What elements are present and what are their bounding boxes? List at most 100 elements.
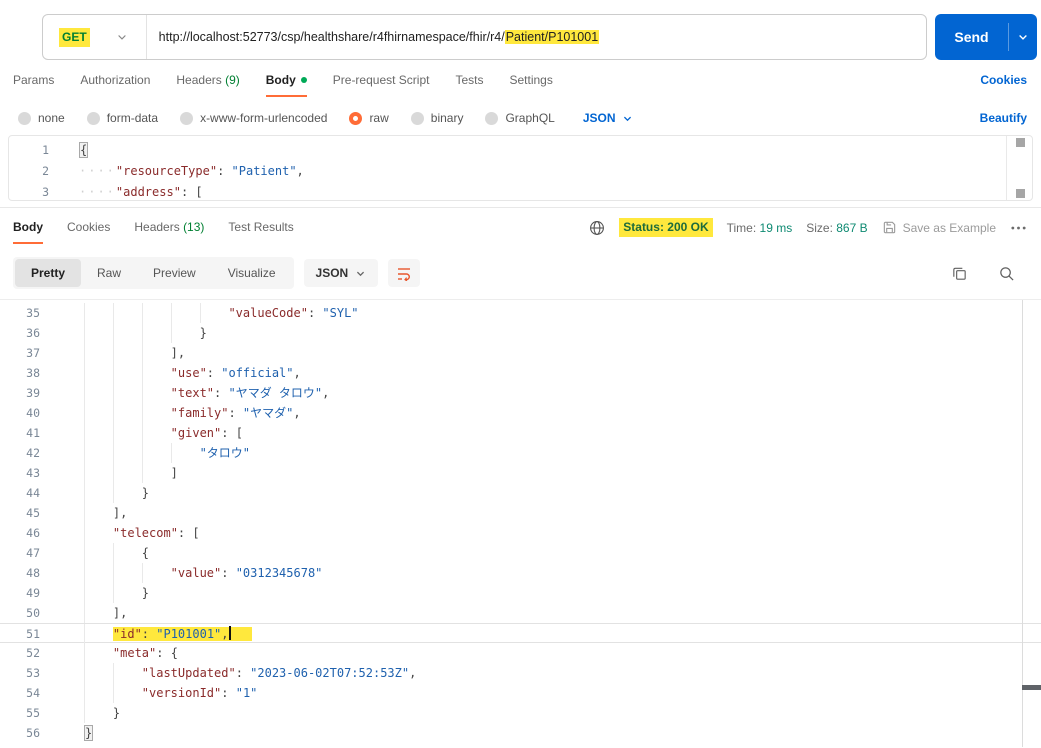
radio-graphql[interactable]: GraphQL xyxy=(485,111,555,125)
token-pun: : xyxy=(214,386,229,400)
code-line: 45], xyxy=(0,503,1041,523)
view-tab-raw[interactable]: Raw xyxy=(81,259,137,287)
indent-guide xyxy=(141,363,171,383)
code-text[interactable]: "versionId": "1" xyxy=(54,683,1041,703)
code-text[interactable]: "text": "ヤマダ タロウ", xyxy=(54,383,1041,403)
indent-guide xyxy=(84,503,113,523)
code-text[interactable]: "id": "P101001", xyxy=(54,624,1041,644)
code-text[interactable]: "lastUpdated": "2023-06-02T07:52:53Z", xyxy=(54,663,1041,683)
code-text[interactable]: ] xyxy=(54,463,1041,483)
wrap-lines-button[interactable] xyxy=(388,259,421,287)
indent-guide xyxy=(199,303,229,323)
code-line: 52 "meta": { xyxy=(0,643,1041,663)
cookies-link[interactable]: Cookies xyxy=(980,73,1027,97)
view-tab-pretty[interactable]: Pretty xyxy=(15,259,82,287)
code-line: 42 "タロウ" xyxy=(0,443,1041,463)
view-tab-visualize[interactable]: Visualize xyxy=(212,259,292,287)
indent-guide xyxy=(112,583,142,603)
code-text[interactable]: "given": [ xyxy=(54,423,1041,443)
token-pun: } xyxy=(112,706,121,720)
token-key: "telecom" xyxy=(112,526,178,540)
url-input[interactable]: http://localhost:52773/csp/healthshare/r… xyxy=(147,30,600,44)
line-number: 47 xyxy=(26,546,40,560)
response-scrollbar-track[interactable] xyxy=(1022,300,1041,747)
scroll-thumb[interactable] xyxy=(1016,138,1025,147)
code-text[interactable]: "タロウ" xyxy=(54,443,1041,463)
indent-guide xyxy=(112,363,142,383)
pane-splitter[interactable] xyxy=(0,207,1041,208)
code-text[interactable]: ], xyxy=(54,503,1041,523)
code-text[interactable]: "valueCode": "SYL" xyxy=(54,303,1041,323)
radio-none[interactable]: none xyxy=(18,111,65,125)
request-code[interactable]: 1{2 ····"resourceType": "Patient", 3 ····"a… xyxy=(9,140,1032,200)
response-tab-test-results[interactable]: Test Results xyxy=(228,220,293,244)
token-pun: , xyxy=(409,666,417,680)
response-tab-cookies[interactable]: Cookies xyxy=(67,220,110,244)
token-key: "resourceType" xyxy=(115,164,218,178)
send-button[interactable]: Send xyxy=(935,14,1037,60)
radio-binary[interactable]: binary xyxy=(410,111,463,125)
code-text[interactable]: ], xyxy=(54,603,1041,623)
line-number: 2 xyxy=(42,164,49,178)
code-text[interactable]: "telecom": [ xyxy=(54,523,1041,543)
view-tab-preview[interactable]: Preview xyxy=(137,259,212,287)
request-body-editor[interactable]: 1{2 ····"resourceType": "Patient", 3 ····"a… xyxy=(8,135,1033,201)
line-number: 41 xyxy=(26,426,40,440)
method-selector[interactable]: GET xyxy=(43,27,146,47)
tab-headers[interactable]: Headers (9) xyxy=(176,73,239,97)
code-line: 40 "family": "ヤマダ", xyxy=(0,403,1041,423)
scroll-thumb[interactable] xyxy=(1016,189,1025,198)
tab-body[interactable]: Body xyxy=(265,73,307,97)
response-format-select[interactable]: JSON xyxy=(303,259,379,287)
tab-authorization[interactable]: Authorization xyxy=(80,73,150,97)
response-body-viewer[interactable]: 35 "valueCode": "SYL" 36} 37], 38 "use": "off… xyxy=(0,299,1041,747)
editor-scrollbar[interactable] xyxy=(1006,136,1032,200)
copy-icon[interactable] xyxy=(951,265,968,282)
radio-form-data[interactable]: form-data xyxy=(86,111,158,125)
token-pun: } xyxy=(141,586,150,600)
tab-params[interactable]: Params xyxy=(13,73,54,97)
line-number: 54 xyxy=(26,686,40,700)
code-text[interactable]: ], xyxy=(54,343,1041,363)
code-text[interactable]: { xyxy=(63,140,1032,161)
code-text[interactable]: "meta": { xyxy=(54,643,1041,663)
response-tab-headers[interactable]: Headers (13) xyxy=(134,220,204,244)
code-text[interactable]: } xyxy=(54,483,1041,503)
code-text[interactable]: ····"address": [ xyxy=(63,182,1032,200)
code-text[interactable]: } xyxy=(54,703,1041,723)
highlighted-text: "id": "P101001", xyxy=(112,626,253,641)
code-line: 37], xyxy=(0,343,1041,363)
tab-tests[interactable]: Tests xyxy=(455,73,483,97)
beautify-link[interactable]: Beautify xyxy=(980,111,1027,125)
line-number: 38 xyxy=(26,366,40,380)
token-key: "text" xyxy=(170,386,215,400)
code-text[interactable]: } xyxy=(54,723,1041,743)
code-text[interactable]: "value": "0312345678" xyxy=(54,563,1041,583)
indent-guide xyxy=(141,563,171,583)
code-text[interactable]: "use": "official", xyxy=(54,363,1041,383)
tab-pre-request-script[interactable]: Pre-request Script xyxy=(333,73,430,97)
more-actions-icon[interactable] xyxy=(1010,223,1027,233)
token-pun: , xyxy=(221,627,229,641)
code-text[interactable]: { xyxy=(54,543,1041,563)
send-options-chevron[interactable] xyxy=(1009,31,1037,43)
token-key: "meta" xyxy=(112,646,157,660)
url-bar[interactable]: GET http://localhost:52773/csp/healthsha… xyxy=(42,14,927,60)
response-tab-body[interactable]: Body xyxy=(13,220,43,244)
search-icon[interactable] xyxy=(998,265,1015,282)
radio-raw[interactable]: raw xyxy=(349,111,389,125)
body-format-select[interactable]: JSON xyxy=(583,111,633,125)
response-scrollbar-thumb[interactable] xyxy=(1022,685,1041,690)
radio-x-www-form-urlencoded[interactable]: x-www-form-urlencoded xyxy=(180,111,327,125)
code-text[interactable]: } xyxy=(54,323,1041,343)
tab-settings[interactable]: Settings xyxy=(509,73,552,97)
token-pun: : xyxy=(235,666,251,680)
request-tabs: Params Authorization Headers (9) Body Pr… xyxy=(13,73,1027,97)
url-plain: http://localhost:52773/csp/healthshare/r… xyxy=(158,30,505,44)
save-as-example-button[interactable]: Save as Example xyxy=(882,220,996,235)
response-code[interactable]: 35 "valueCode": "SYL" 36} 37], 38 "use": "off… xyxy=(0,303,1041,743)
code-text[interactable]: "family": "ヤマダ", xyxy=(54,403,1041,423)
indent-guide xyxy=(170,443,200,463)
code-text[interactable]: ····"resourceType": "Patient", xyxy=(63,161,1032,182)
code-text[interactable]: } xyxy=(54,583,1041,603)
